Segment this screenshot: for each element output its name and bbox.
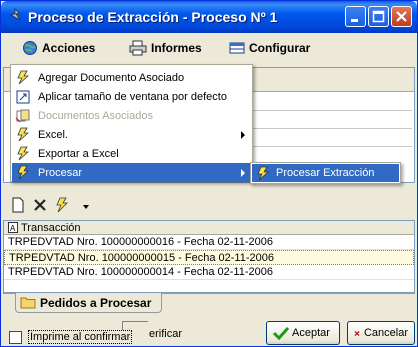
new-document-icon[interactable] [11, 197, 25, 213]
row-text: TRPEDVTAD Nro. 100000000014 - Fecha 02-1… [8, 266, 273, 278]
tab-pedidos[interactable]: Pedidos a Procesar [15, 293, 163, 313]
minimize-button[interactable] [345, 6, 366, 27]
transactions-grid: A Transacción TRPEDVTAD Nro. 10000000001… [3, 220, 415, 293]
menu-item-procesar-extraccion[interactable]: Procesar Extracción [252, 164, 399, 182]
lightning-icon [17, 146, 29, 161]
accept-button[interactable]: Aceptar [266, 321, 340, 345]
procesar-submenu: Procesar Extracción [250, 162, 401, 184]
menu-informes-label: Informes [151, 41, 202, 55]
lightning-icon [17, 127, 29, 142]
printer-icon [129, 40, 147, 56]
menu-item-label: Exportar a Excel [38, 147, 119, 160]
grid-header[interactable]: A Transacción [4, 221, 414, 235]
menu-item-label: Excel. [38, 128, 68, 141]
window-icon [16, 90, 30, 103]
window-title: Proceso de Extracción - Proceso Nº 1 [28, 9, 278, 25]
menu-item-documentos-asociados: Documentos Asociados [12, 106, 251, 125]
menu-item-label: Agregar Documento Asociado [38, 71, 185, 84]
dropdown-arrow-icon[interactable] [82, 203, 90, 211]
menu-configurar[interactable]: Configurar [229, 39, 310, 57]
app-window: Proceso de Extracción - Proceso Nº 1 Acc… [0, 0, 418, 347]
grid-toolbar [3, 194, 203, 216]
menu-item-agregar-documento[interactable]: Agregar Documento Asociado [12, 68, 251, 87]
menu-acciones[interactable]: Acciones [22, 39, 95, 57]
bottom-bar: Imprime al confirmar erificar Aceptar Ca… [2, 317, 416, 346]
globe-icon [23, 41, 37, 55]
cancel-button[interactable]: Cancelar [347, 321, 415, 345]
menu-item-label: Procesar Extracción [276, 167, 375, 179]
maximize-button[interactable] [368, 6, 389, 27]
cancel-x-icon [354, 330, 360, 336]
table-row[interactable]: TRPEDVTAD Nro. 100000000016 - Fecha 02-1… [4, 235, 414, 250]
svg-text:A: A [10, 224, 16, 233]
tab-strip: Pedidos a Procesar [3, 293, 415, 313]
print-checkbox-label[interactable]: Imprime al confirmar [28, 330, 133, 344]
cancel-label: Cancelar [363, 327, 408, 339]
acciones-popup-menu: Agregar Documento Asociado Aplicar tamañ… [10, 64, 253, 182]
menu-informes[interactable]: Informes [129, 39, 202, 57]
menu-item-aplicar-tamano[interactable]: Aplicar tamaño de ventana por defecto [12, 87, 251, 106]
menu-item-label: Aplicar tamaño de ventana por defecto [38, 90, 227, 103]
close-button[interactable] [391, 6, 412, 27]
lightning-icon [17, 70, 29, 85]
tab-label: Pedidos a Procesar [40, 295, 152, 310]
folder-icon [20, 297, 36, 309]
panel-line [236, 146, 412, 147]
table-row[interactable]: TRPEDVTAD Nro. 100000000015 - Fecha 02-1… [4, 250, 414, 265]
close-icon [396, 11, 407, 22]
menu-acciones-label: Acciones [42, 41, 96, 55]
menu-item-excel[interactable]: Excel. [12, 125, 251, 144]
maximize-icon [372, 10, 385, 23]
sort-icon: A [8, 222, 18, 233]
grid-header-label: Transacción [21, 221, 81, 234]
check-icon [273, 326, 289, 340]
row-text: TRPEDVTAD Nro. 100000000015 - Fecha 02-1… [9, 251, 274, 264]
menu-item-label: Procesar [38, 166, 83, 179]
menu-configurar-label: Configurar [249, 41, 311, 55]
panel-line [236, 110, 412, 111]
menu-bar: Acciones Informes Configurar [2, 33, 416, 63]
minimize-icon [351, 19, 358, 22]
table-row[interactable]: TRPEDVTAD Nro. 100000000014 - Fecha 02-1… [4, 265, 414, 280]
panel-line [236, 128, 412, 129]
lightning-icon [17, 165, 29, 180]
documents-icon [15, 109, 30, 123]
table-icon [229, 42, 245, 54]
lightning-icon [257, 166, 269, 180]
title-bar[interactable]: Proceso de Extracción - Proceso Nº 1 [1, 1, 417, 33]
accept-label: Aceptar [292, 327, 330, 339]
menu-item-exportar-excel[interactable]: Exportar a Excel [12, 144, 251, 163]
verify-frame [122, 321, 148, 330]
app-icon [7, 8, 23, 24]
menu-item-label: Documentos Asociados [38, 109, 153, 122]
row-text: TRPEDVTAD Nro. 100000000016 - Fecha 02-1… [8, 236, 273, 248]
menu-item-procesar[interactable]: Procesar [12, 163, 251, 182]
delete-icon[interactable] [33, 198, 47, 212]
submenu-arrow-icon [241, 169, 245, 177]
submenu-arrow-icon [241, 131, 245, 139]
lightning-icon[interactable] [55, 197, 69, 213]
verify-label[interactable]: erificar [149, 328, 182, 340]
print-checkbox[interactable] [9, 331, 22, 344]
